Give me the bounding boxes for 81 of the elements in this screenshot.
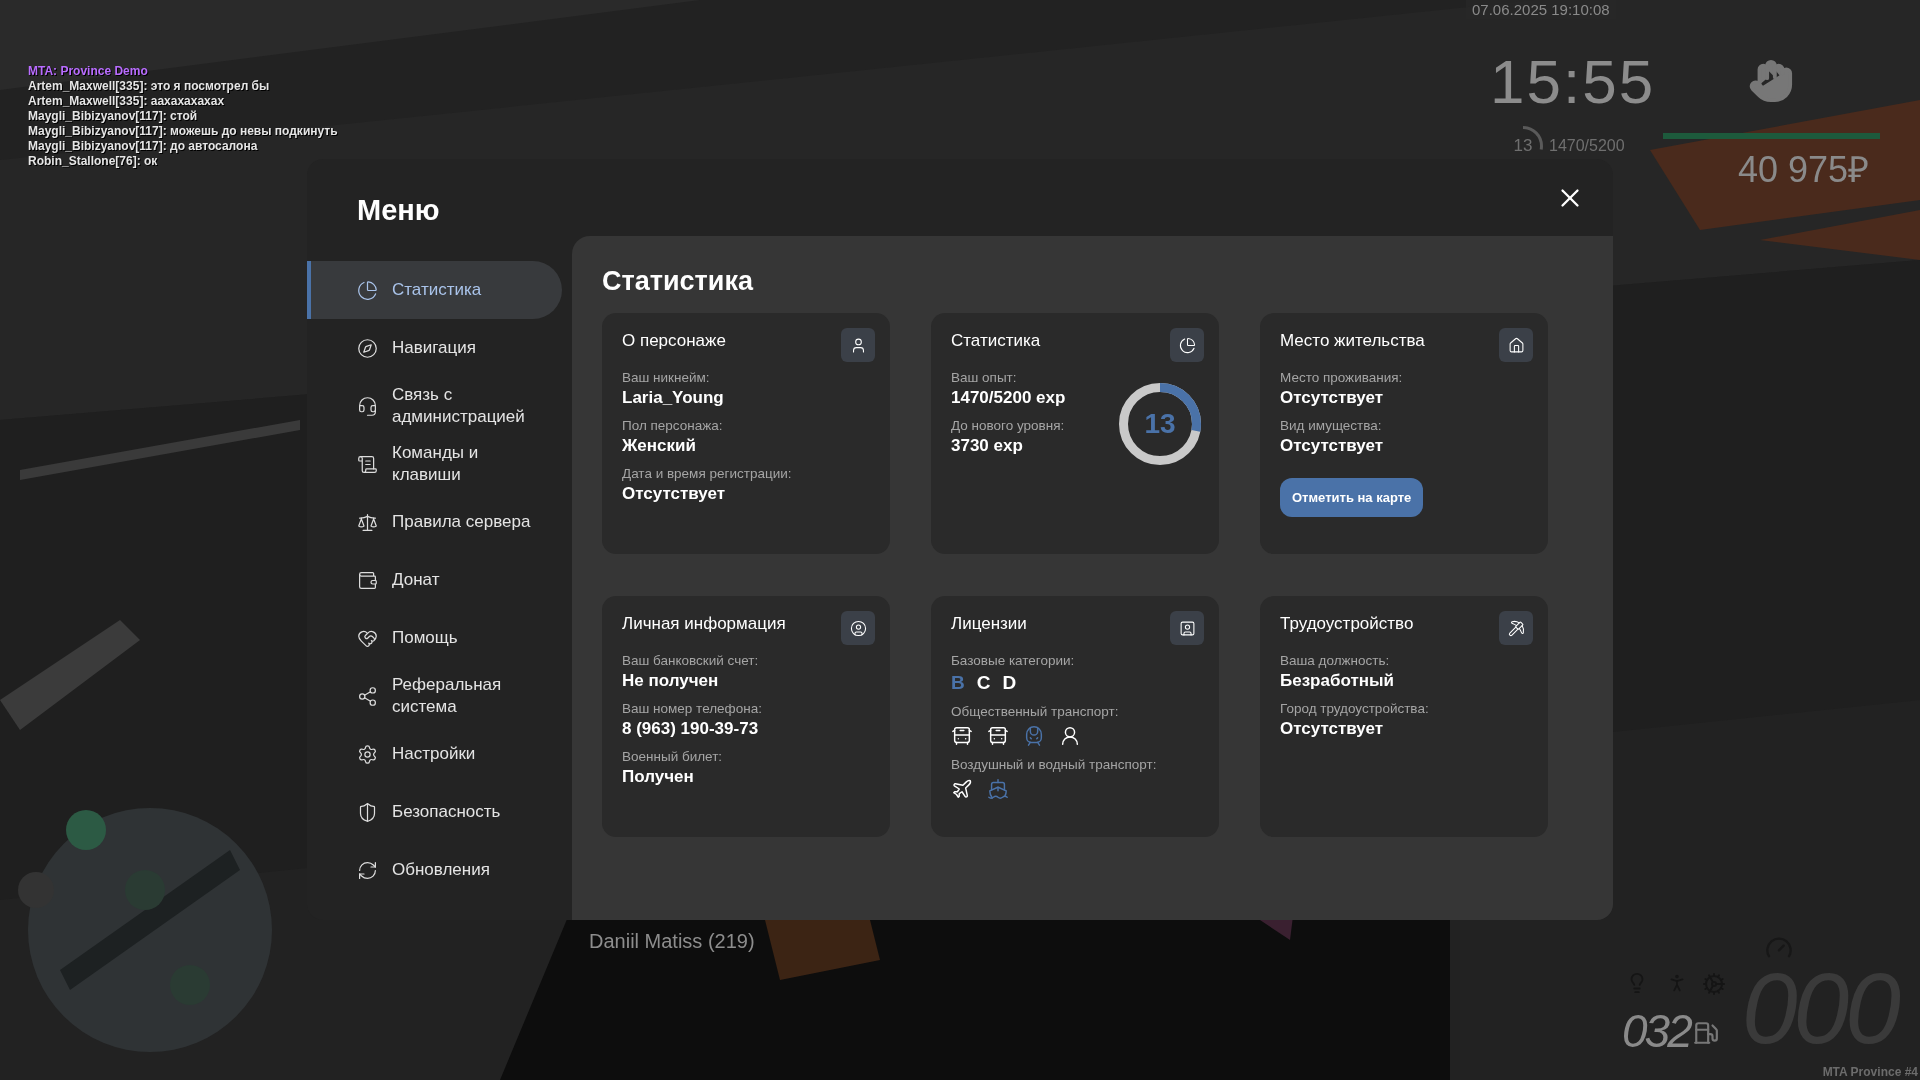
field-label: Общественный транспорт:	[951, 704, 1119, 719]
sidebar-item[interactable]: Настройки	[307, 725, 562, 783]
pickaxe-icon	[1507, 619, 1525, 637]
field-label: Ваш номер телефона:	[622, 701, 762, 716]
fuel-icon	[1693, 1020, 1719, 1046]
field-label: Военный билет:	[622, 749, 723, 764]
shield-icon	[357, 801, 378, 823]
sidebar-item[interactable]: Донат	[307, 551, 562, 609]
settings-icon	[357, 743, 378, 765]
license-category: C	[976, 672, 991, 694]
field-value: 8 (963) 190-39-73	[622, 719, 759, 739]
field-label: Дата и время регистрации:	[622, 466, 792, 481]
field-value: Получен	[622, 767, 694, 787]
license-category: B	[951, 672, 965, 694]
section-title: Статистика	[602, 266, 755, 297]
field-label: До нового уровня:	[951, 418, 1065, 433]
card-title: О персонаже	[622, 331, 726, 351]
chat-message: Maygli_Bibizyanov[117]: стой	[28, 109, 199, 124]
chat-message: Artem_Maxwell[335]: аахахахахах	[28, 94, 226, 109]
card-title: Личная информация	[622, 614, 786, 634]
sidebar-item[interactable]: Безопасность	[307, 783, 562, 841]
field-value: Отсутствует	[1280, 719, 1384, 739]
field-label: Пол персонажа:	[622, 418, 723, 433]
fuel-reading: 032	[1622, 1004, 1690, 1058]
refresh-icon	[357, 859, 378, 881]
field-value: Laria_Young	[622, 388, 724, 408]
experience-text: 1470/5200	[1549, 137, 1625, 155]
field-label: Ваш банковский счет:	[622, 653, 759, 668]
field-value: 1470/5200 exp	[951, 388, 1066, 408]
license-category: D	[1002, 672, 1017, 694]
pie-chart-icon	[1178, 336, 1196, 354]
money: 40 975₽	[1738, 148, 1870, 192]
field-label: Ваш опыт:	[951, 370, 1017, 385]
chat-message: Maygli_Bibizyanov[117]: до автосалона	[28, 139, 259, 154]
compass-icon	[357, 337, 378, 359]
nodes-icon	[357, 685, 378, 707]
sidebar-item[interactable]: Обновления	[307, 841, 562, 899]
sidebar-item[interactable]: Правила сервера	[307, 493, 562, 551]
document-icon	[357, 453, 378, 475]
sidebar-item[interactable]: Команды и клавиши	[307, 435, 562, 493]
field-label: Город трудоустройства:	[1280, 701, 1429, 716]
field-value: Безработный	[1280, 671, 1394, 691]
card-title: Лицензии	[951, 614, 1027, 634]
field-label: Базовые категории:	[951, 653, 1075, 668]
player-nametag: Daniil Matiss (219)	[589, 930, 755, 953]
field-value: Отсутствует	[1280, 388, 1384, 408]
menu-title: Меню	[356, 192, 441, 228]
field-value: Отсутствует	[1280, 436, 1384, 456]
field-label: Ваша должность:	[1280, 653, 1390, 668]
house-icon	[1507, 336, 1525, 354]
map-button[interactable]: Отметить на карте	[1280, 478, 1424, 517]
field-label: Место проживания:	[1280, 370, 1403, 385]
sidebar-item[interactable]: Навигация	[307, 319, 562, 377]
field-value: 3730 exp	[951, 436, 1023, 456]
server-label: MTA Province #4	[1822, 1065, 1918, 1079]
field-label: Вид имущества:	[1280, 418, 1382, 433]
field-label: Ваш никнейм:	[622, 370, 710, 385]
license-icon	[1178, 619, 1196, 637]
card-title: Трудоустройство	[1280, 614, 1414, 634]
headset-icon	[357, 395, 378, 417]
card-title: Статистика	[951, 331, 1041, 351]
level-number: 13	[1513, 136, 1533, 156]
chat-message: Robin_Stallone[76]: ок	[28, 154, 159, 169]
pie-chart-icon	[357, 279, 378, 301]
clock: 15:55	[1490, 46, 1656, 117]
wallet-icon	[357, 569, 378, 591]
sidebar-item[interactable]: Связь с администрацией	[307, 377, 562, 435]
chat-message: MTA: Province Demo	[28, 64, 149, 79]
level-number: 13	[1144, 408, 1176, 440]
field-value: Женский	[622, 436, 696, 456]
sidebar-item[interactable]: Статистика	[307, 261, 562, 319]
chat-message: Artem_Maxwell[335]: это я посмотрел бы	[28, 79, 271, 94]
field-value: Отсутствует	[622, 484, 726, 504]
chat-message: Maygli_Bibizyanov[117]: можешь до невы подкинуть	[28, 124, 338, 139]
sidebar-item[interactable]: Реферальная система	[307, 667, 562, 725]
scales-icon	[357, 511, 378, 533]
field-label: Воздушный и водный транспорт:	[951, 757, 1157, 772]
card-title: Место жительства	[1280, 331, 1425, 351]
user-circle-icon	[849, 619, 867, 637]
field-value: Не получен	[622, 671, 719, 691]
sidebar-item[interactable]: Помощь	[307, 609, 562, 667]
